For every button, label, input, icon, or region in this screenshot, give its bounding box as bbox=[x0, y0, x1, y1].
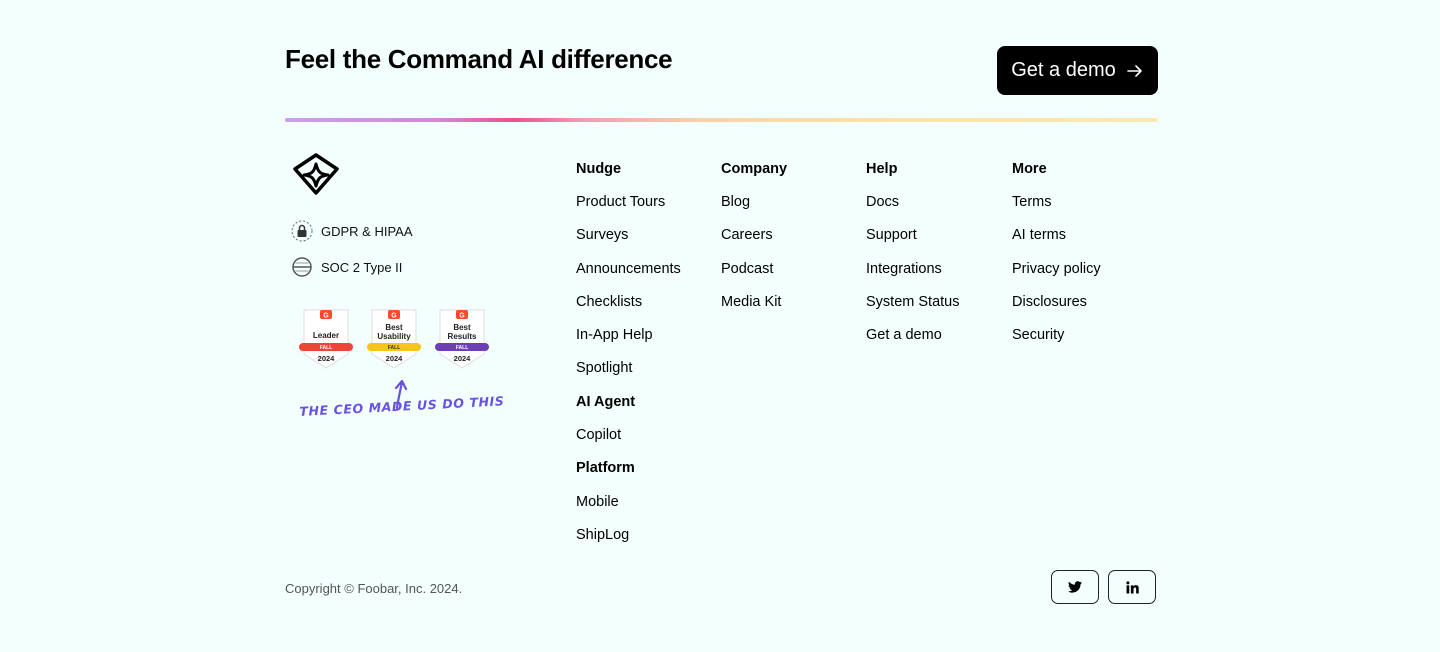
svg-text:G: G bbox=[391, 313, 397, 320]
g2-badge-title: Best bbox=[453, 323, 471, 332]
column-heading-company: Company bbox=[721, 161, 788, 177]
g2-badge-season: FALL bbox=[387, 345, 401, 351]
linkedin-button[interactable] bbox=[1108, 570, 1156, 604]
gradient-divider bbox=[285, 118, 1158, 122]
footer-link-announcements[interactable]: Announcements bbox=[576, 260, 681, 293]
gdpr-hipaa-badge: GDPR & HIPAA bbox=[291, 220, 413, 242]
g2-badge-title: Leader bbox=[312, 331, 340, 340]
footer-link-checklists[interactable]: Checklists bbox=[576, 293, 681, 326]
arrow-right-icon bbox=[1126, 64, 1142, 77]
footer-link-mobile[interactable]: Mobile bbox=[576, 493, 681, 526]
footer-link-docs[interactable]: Docs bbox=[866, 193, 959, 226]
gdpr-hipaa-label: GDPR & HIPAA bbox=[321, 223, 413, 239]
footer-link-podcast[interactable]: Podcast bbox=[721, 260, 787, 293]
soc2-badge: SOC 2 Type II bbox=[291, 256, 402, 278]
footer-section: Feel the Command AI difference Get a dem… bbox=[285, 0, 1158, 652]
linkedin-icon bbox=[1125, 580, 1139, 593]
footer-link-careers[interactable]: Careers bbox=[721, 226, 787, 259]
copyright-text: Copyright © Foobar, Inc. 2024. bbox=[285, 581, 463, 596]
g2-badge-title-2: Results bbox=[447, 332, 477, 341]
footer-link-system-status[interactable]: System Status bbox=[866, 293, 959, 326]
g2-badge-year: 2024 bbox=[453, 354, 471, 363]
g2-badge-leader: G Leader FALL 2024 bbox=[299, 308, 353, 370]
footer-column-company: Company Blog Careers Podcast Media Kit bbox=[721, 160, 787, 326]
column-heading-nudge: Nudge bbox=[576, 161, 622, 177]
footer-link-product-tours[interactable]: Product Tours bbox=[576, 193, 681, 226]
footer-link-get-a-demo[interactable]: Get a demo bbox=[866, 326, 959, 359]
footer-link-terms[interactable]: Terms bbox=[1012, 193, 1101, 226]
twitter-button[interactable] bbox=[1051, 570, 1099, 604]
g2-badges: G Leader FALL 2024 G Best Usability FALL… bbox=[299, 308, 489, 370]
footer-link-security[interactable]: Security bbox=[1012, 326, 1101, 359]
cta-title: Feel the Command AI difference bbox=[285, 44, 673, 74]
footer-link-copilot[interactable]: Copilot bbox=[576, 426, 681, 459]
column-subheading-ai-agent: AI Agent bbox=[576, 393, 636, 410]
footer-link-spotlight[interactable]: Spotlight bbox=[576, 359, 681, 392]
footer-link-ai-terms[interactable]: AI terms bbox=[1012, 226, 1101, 259]
footer-link-blog[interactable]: Blog bbox=[721, 193, 787, 226]
column-heading-more: More bbox=[1012, 161, 1047, 177]
g2-badge-season: FALL bbox=[455, 345, 469, 351]
footer-link-disclosures[interactable]: Disclosures bbox=[1012, 293, 1101, 326]
command-ai-logo-icon[interactable] bbox=[291, 152, 341, 196]
g2-badge-best-results: G Best Results FALL 2024 bbox=[435, 308, 489, 370]
get-a-demo-label: Get a demo bbox=[1011, 59, 1116, 81]
g2-badge-year: 2024 bbox=[385, 354, 403, 363]
footer-column-help: Help Docs Support Integrations System St… bbox=[866, 160, 959, 359]
lock-icon bbox=[291, 220, 313, 242]
svg-text:G: G bbox=[323, 313, 329, 320]
footer-column-more: More Terms AI terms Privacy policy Discl… bbox=[1012, 160, 1101, 359]
footer-link-support[interactable]: Support bbox=[866, 226, 959, 259]
g2-badge-title-2: Usability bbox=[377, 332, 411, 341]
footer-link-integrations[interactable]: Integrations bbox=[866, 260, 959, 293]
column-subheading-platform: Platform bbox=[576, 460, 635, 477]
column-heading-help: Help bbox=[866, 161, 898, 177]
g2-badge-title: Best bbox=[385, 323, 403, 332]
twitter-icon bbox=[1068, 581, 1082, 593]
soc2-label: SOC 2 Type II bbox=[321, 259, 403, 275]
g2-badge-year: 2024 bbox=[317, 354, 335, 363]
footer-link-shiplog[interactable]: ShipLog bbox=[576, 526, 681, 559]
footer-link-surveys[interactable]: Surveys bbox=[576, 226, 681, 259]
g2-badge-season: FALL bbox=[319, 345, 333, 351]
svg-text:G: G bbox=[459, 313, 465, 320]
footer-column-nudge: Nudge Product Tours Surveys Announcement… bbox=[576, 160, 681, 559]
soc-badge-icon bbox=[292, 257, 312, 277]
g2-badge-best-usability: G Best Usability FALL 2024 bbox=[367, 308, 421, 370]
footer-link-in-app-help[interactable]: In-App Help bbox=[576, 326, 681, 359]
footer-link-media-kit[interactable]: Media Kit bbox=[721, 293, 787, 326]
get-a-demo-button[interactable]: Get a demo bbox=[997, 46, 1158, 95]
footer-link-privacy-policy[interactable]: Privacy policy bbox=[1012, 260, 1101, 293]
